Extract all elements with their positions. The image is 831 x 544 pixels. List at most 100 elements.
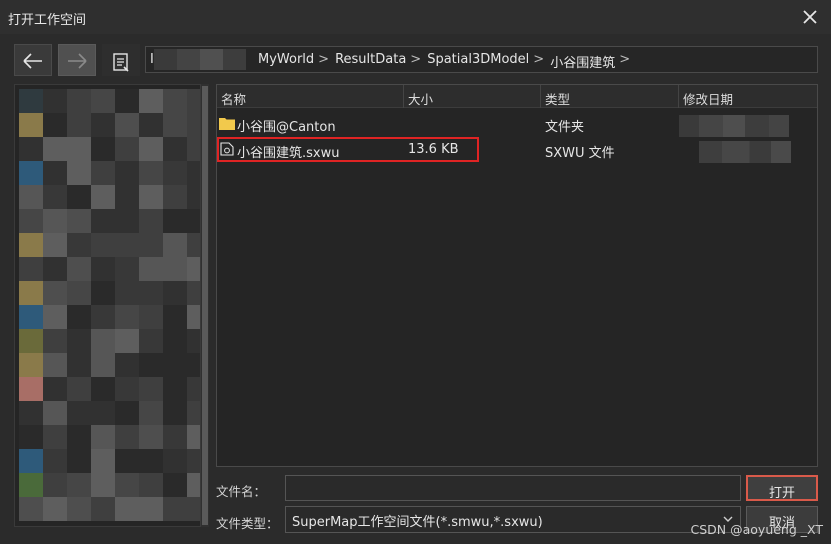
blurred-tree-pixel: [139, 473, 163, 497]
blurred-tree-pixel: [139, 425, 163, 449]
blurred-tree-pixel: [43, 257, 67, 281]
blurred-tree-pixel: [91, 425, 115, 449]
tree-scrollbar[interactable]: [201, 84, 209, 527]
blurred-tree-pixel: [19, 281, 43, 305]
forward-button[interactable]: [58, 44, 96, 76]
window-title: 打开工作空间: [8, 13, 87, 28]
blurred-tree-pixel: [139, 401, 163, 425]
blurred-tree-pixel: [43, 377, 67, 401]
filetype-select[interactable]: SuperMap工作空间文件(*.smwu,*.sxwu): [285, 506, 741, 533]
blurred-tree-pixel: [19, 329, 43, 353]
blurred-modified-date: [699, 141, 791, 163]
watermark: CSDN @aoyueng _XT: [690, 522, 824, 537]
blurred-tree-pixel: [67, 401, 91, 425]
scrollbar-thumb[interactable]: [202, 86, 208, 525]
blurred-tree-pixel: [163, 137, 187, 161]
blurred-tree-pixel: [163, 449, 187, 473]
breadcrumb: MyWorld > ResultData > Spatial3DModel > 小谷围…: [258, 52, 636, 71]
breadcrumb-separator[interactable]: >: [619, 52, 630, 71]
blurred-tree-pixel: [19, 209, 43, 233]
arrow-right-icon: [68, 53, 87, 69]
blurred-tree-pixel: [91, 377, 115, 401]
blurred-tree-pixel: [163, 353, 187, 377]
blurred-tree-pixel: [67, 89, 91, 113]
open-button[interactable]: 打开: [746, 475, 818, 501]
blurred-tree-pixel: [19, 113, 43, 137]
blurred-tree-pixel: [67, 137, 91, 161]
breadcrumb-item[interactable]: ResultData: [335, 52, 406, 71]
blurred-tree-pixel: [163, 473, 187, 497]
selection-highlight-annotation: [217, 137, 479, 162]
blurred-tree-pixel: [187, 257, 200, 281]
blurred-tree-pixel: [91, 401, 115, 425]
blurred-tree-pixel: [43, 209, 67, 233]
blurred-tree-pixel: [19, 377, 43, 401]
close-icon: [803, 10, 817, 24]
blurred-tree-pixel: [187, 89, 200, 113]
back-button[interactable]: [14, 44, 52, 76]
column-header-modified[interactable]: 修改日期: [679, 85, 817, 108]
blurred-tree-pixel: [115, 305, 139, 329]
column-header-name[interactable]: 名称: [217, 85, 404, 108]
address-bar[interactable]: I MyWorld > ResultData > Spatial3DModel > 小…: [145, 46, 818, 73]
breadcrumb-item[interactable]: MyWorld: [258, 52, 314, 71]
blurred-tree-pixel: [91, 353, 115, 377]
blurred-tree-pixel: [67, 377, 91, 401]
blurred-tree-pixel: [187, 329, 200, 353]
blurred-tree-pixel: [91, 305, 115, 329]
blurred-tree-pixel: [67, 497, 91, 521]
blurred-tree-pixel: [163, 377, 187, 401]
blurred-tree-pixel: [139, 209, 163, 233]
blurred-tree-pixel: [43, 449, 67, 473]
blurred-tree-pixel: [139, 257, 163, 281]
filename-input[interactable]: [285, 475, 741, 501]
blurred-tree-pixel: [91, 449, 115, 473]
column-header-type[interactable]: 类型: [541, 85, 679, 108]
blurred-tree-pixel: [163, 401, 187, 425]
breadcrumb-separator[interactable]: >: [410, 52, 421, 71]
blurred-tree-pixel: [187, 209, 200, 233]
close-button[interactable]: [799, 6, 821, 28]
blurred-tree-pixel: [91, 89, 115, 113]
blurred-tree-pixel: [43, 353, 67, 377]
blurred-tree-pixel: [91, 113, 115, 137]
blurred-tree-pixel: [19, 425, 43, 449]
navigation-tree[interactable]: [14, 84, 201, 527]
blurred-tree-pixel: [163, 233, 187, 257]
blurred-tree-pixel: [115, 473, 139, 497]
blurred-tree-pixel: [139, 305, 163, 329]
blurred-tree-pixel: [187, 353, 200, 377]
breadcrumb-item[interactable]: 小谷围建筑: [550, 52, 615, 71]
blurred-tree-pixel: [163, 329, 187, 353]
recent-locations-button[interactable]: [102, 44, 140, 76]
breadcrumb-separator[interactable]: >: [318, 52, 329, 71]
blurred-tree-pixel: [19, 161, 43, 185]
file-name: 小谷围@Canton: [237, 120, 336, 135]
blurred-tree-pixel: [115, 329, 139, 353]
blurred-tree-pixel: [115, 281, 139, 305]
blurred-tree-pixel: [187, 137, 200, 161]
column-header-size[interactable]: 大小: [404, 85, 541, 108]
blurred-tree-pixel: [43, 161, 67, 185]
blurred-tree-pixel: [115, 377, 139, 401]
blurred-tree-pixel: [67, 473, 91, 497]
blurred-tree-pixel: [43, 113, 67, 137]
blurred-tree-pixel: [139, 377, 163, 401]
blurred-tree-pixel: [139, 281, 163, 305]
blurred-tree-pixel: [19, 185, 43, 209]
blurred-tree-pixel: [67, 233, 91, 257]
blurred-tree-pixel: [43, 425, 67, 449]
breadcrumb-item[interactable]: Spatial3DModel: [427, 52, 529, 71]
blurred-tree-pixel: [19, 233, 43, 257]
path-leading-fragment: I: [150, 52, 154, 67]
blurred-tree-pixel: [43, 473, 67, 497]
blurred-tree-pixel: [187, 113, 200, 137]
blurred-tree-pixel: [91, 137, 115, 161]
blurred-tree-pixel: [139, 113, 163, 137]
blurred-tree-pixel: [43, 281, 67, 305]
blurred-tree-pixel: [67, 353, 91, 377]
breadcrumb-separator[interactable]: >: [533, 52, 544, 71]
blurred-tree-pixel: [187, 425, 200, 449]
blurred-tree-pixel: [19, 137, 43, 161]
list-item[interactable]: 小谷围@Canton 文件夹: [217, 111, 817, 137]
